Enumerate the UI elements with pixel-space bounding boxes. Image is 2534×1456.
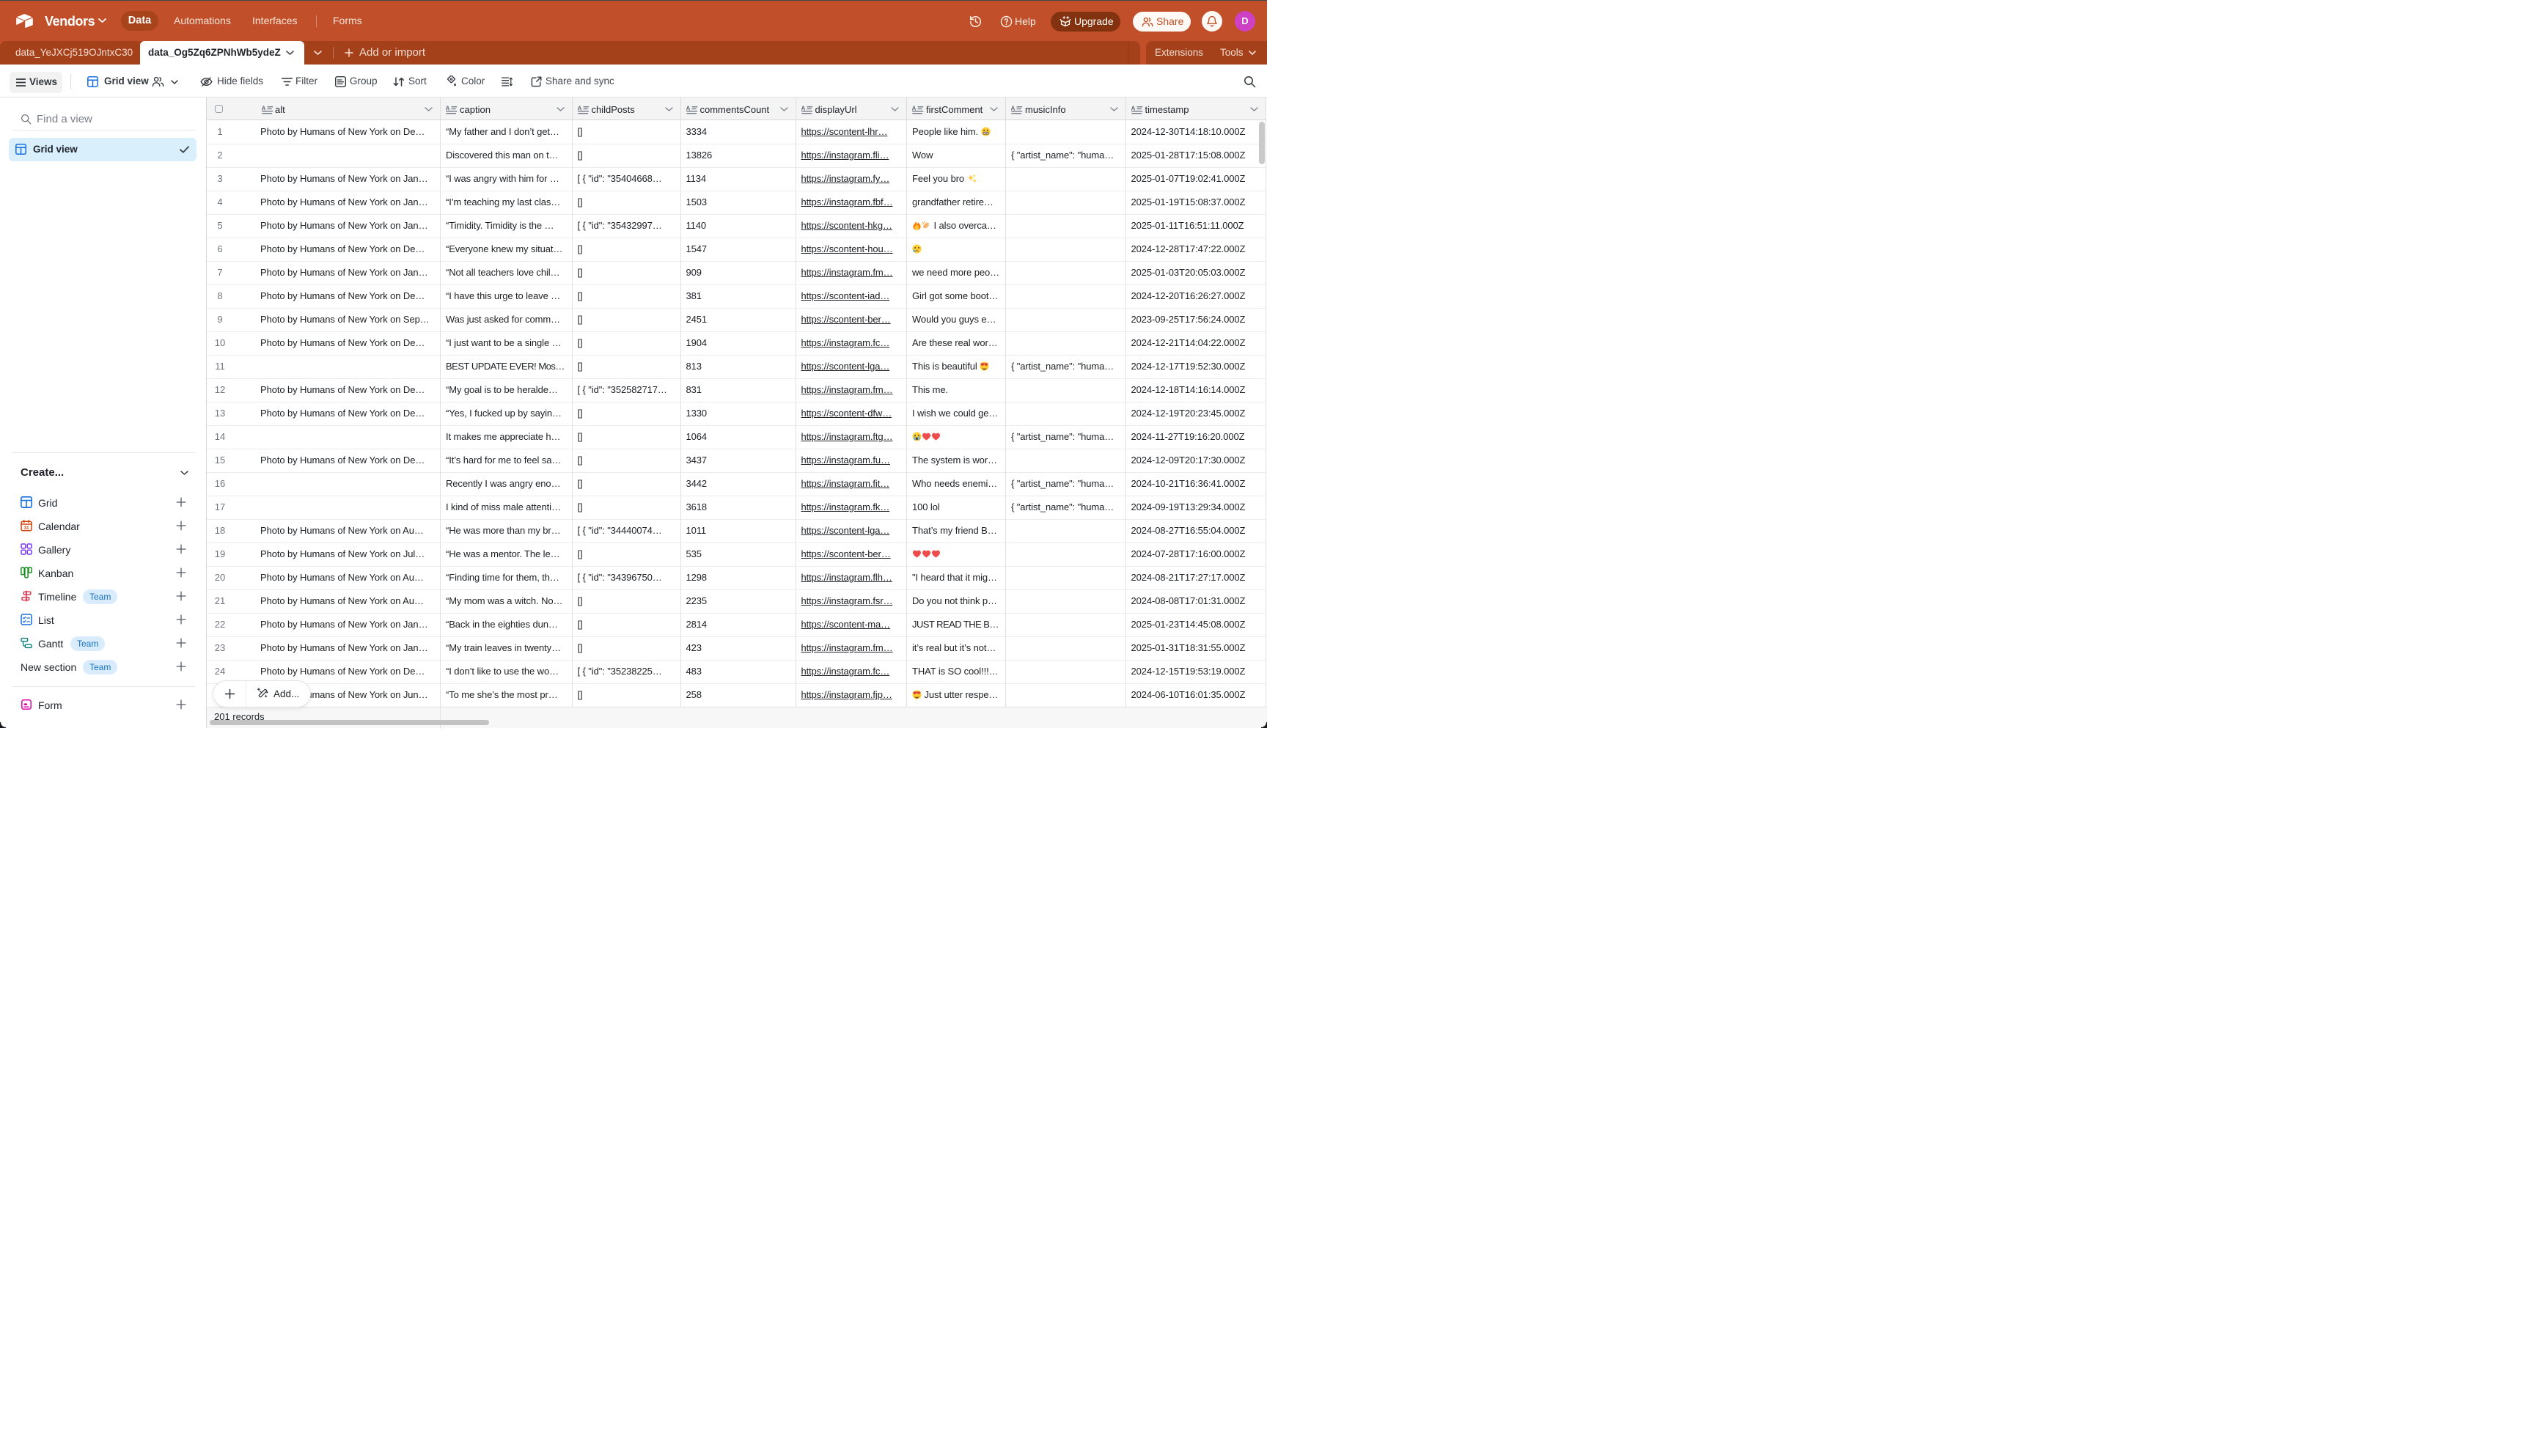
svg-text:31: 31 <box>23 526 29 531</box>
